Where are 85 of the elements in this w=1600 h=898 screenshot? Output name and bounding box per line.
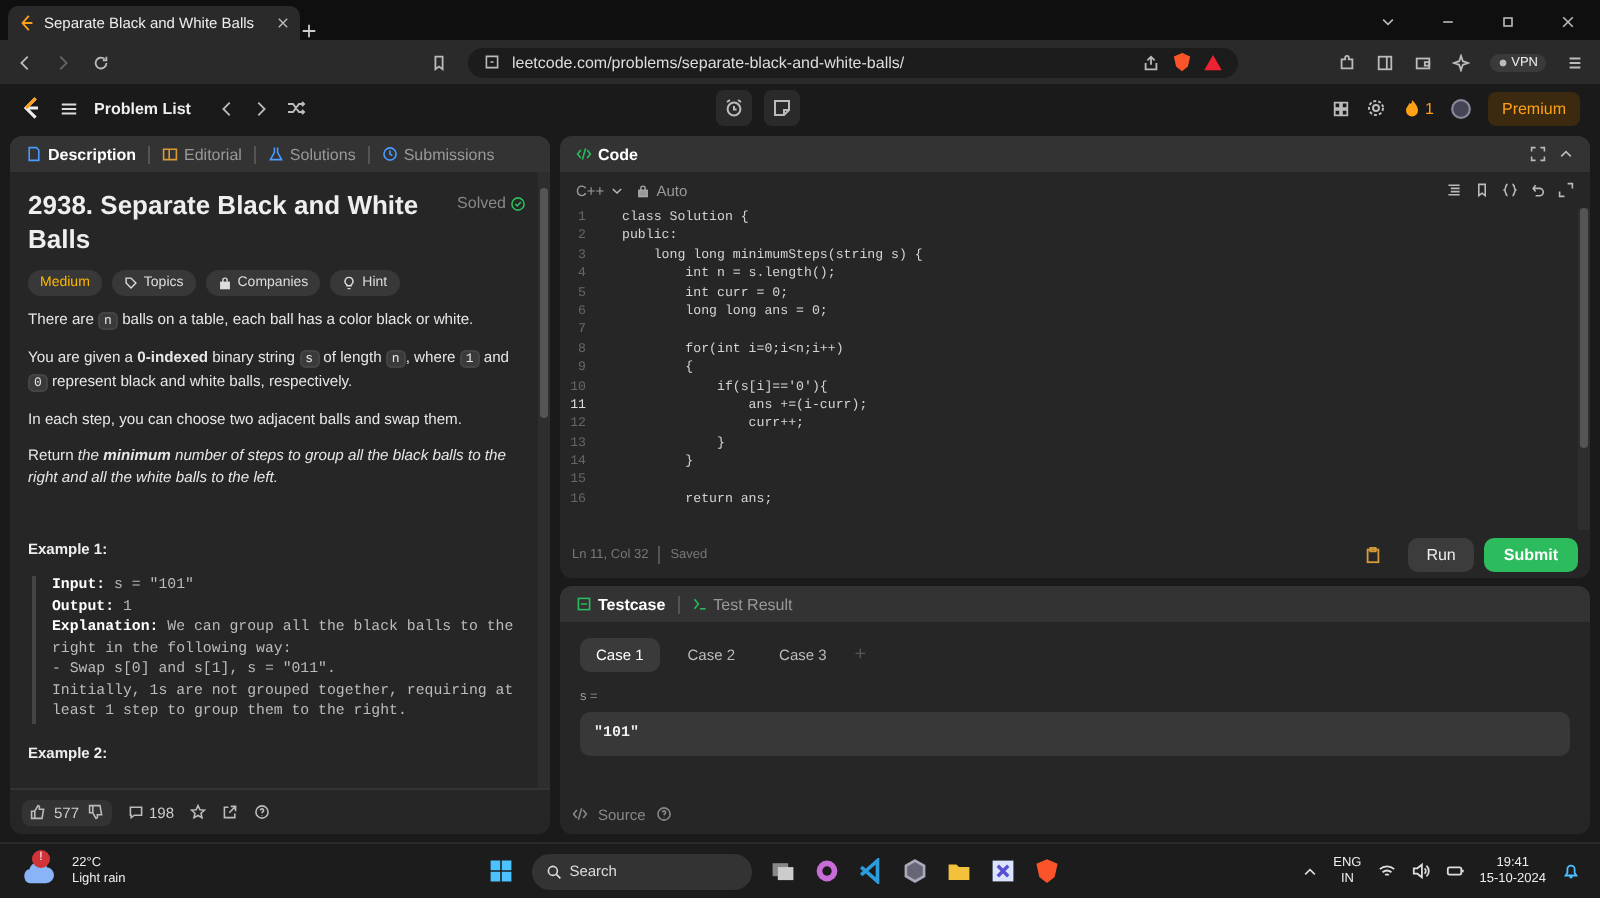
flask-icon: [267, 146, 284, 162]
code-editor-icon[interactable]: [857, 858, 884, 884]
help-icon[interactable]: [655, 806, 672, 822]
scrollbar[interactable]: [1578, 208, 1590, 530]
avatar-icon[interactable]: [1449, 97, 1472, 119]
problem-list-link[interactable]: Problem List: [94, 99, 191, 117]
bookmark-icon[interactable]: [1474, 182, 1490, 198]
solved-label: Solved: [457, 194, 506, 212]
notes-button[interactable]: [764, 90, 801, 126]
panel-tab[interactable]: Testcase: [576, 595, 666, 613]
menu-icon[interactable]: [1566, 53, 1584, 71]
run-button[interactable]: Run: [1408, 537, 1474, 571]
wifi-icon[interactable]: [1377, 862, 1396, 880]
thumbs-down-icon[interactable]: [87, 804, 104, 820]
shield-icon[interactable]: [1171, 52, 1192, 72]
sidebar-icon[interactable]: [1375, 53, 1394, 71]
close-icon[interactable]: [1560, 14, 1576, 30]
fullscreen-icon[interactable]: [1558, 182, 1574, 198]
clipboard-icon[interactable]: [1364, 545, 1383, 563]
doc-icon: [26, 146, 42, 162]
undo-icon[interactable]: [1530, 182, 1546, 198]
lock-icon: [636, 183, 651, 197]
format-icon[interactable]: [1446, 182, 1462, 198]
panel-tab[interactable]: Solutions: [267, 145, 356, 163]
battery-icon[interactable]: [1445, 862, 1464, 880]
address-bar[interactable]: leetcode.com/problems/separate-black-and-white-balls/: [468, 47, 1238, 77]
problem-title: 2938. Separate Black and White Balls: [28, 188, 421, 256]
chevron-down-icon[interactable]: [1380, 14, 1396, 30]
close-icon[interactable]: [276, 16, 290, 30]
timer-button[interactable]: [716, 90, 753, 126]
book-icon: [162, 146, 179, 162]
url-text: leetcode.com/problems/separate-black-and-white-balls/: [512, 53, 907, 71]
x-logo-icon[interactable]: [989, 858, 1016, 884]
bulb-icon: [342, 276, 357, 290]
help-icon[interactable]: [254, 804, 271, 820]
comment-icon: [127, 804, 144, 820]
chevron-down-icon: [610, 183, 625, 197]
back-icon[interactable]: [16, 53, 34, 71]
tag-icon: [123, 276, 138, 290]
lock-icon: [217, 276, 232, 290]
wallet-icon[interactable]: [1413, 53, 1432, 71]
chevron-up-icon[interactable]: [1301, 863, 1318, 879]
code-icon: [576, 146, 592, 162]
expand-icon[interactable]: [1530, 146, 1546, 162]
scrollbar[interactable]: [538, 172, 550, 788]
streak-count: 1: [1425, 99, 1434, 117]
shuffle-icon[interactable]: [286, 98, 307, 118]
share-icon[interactable]: [1141, 53, 1160, 71]
maximize-icon[interactable]: [1500, 14, 1516, 30]
alarm-icon: [724, 98, 745, 118]
triangle-icon[interactable]: [1203, 53, 1222, 71]
grid-icon[interactable]: [1331, 99, 1350, 117]
clock-icon: [381, 146, 398, 162]
star-icon[interactable]: [190, 804, 207, 820]
check-circle-icon: [510, 195, 526, 211]
premium-button[interactable]: Premium: [1487, 91, 1580, 125]
share-icon[interactable]: [222, 804, 239, 820]
dot-icon: [1497, 57, 1508, 67]
panel-title: Code: [598, 145, 638, 163]
checkbox-icon: [576, 596, 592, 612]
bell-icon[interactable]: [1562, 862, 1580, 880]
extensions-icon[interactable]: [1337, 53, 1356, 71]
new-tab-icon[interactable]: [300, 22, 318, 40]
braces-icon[interactable]: [1502, 182, 1518, 198]
collapse-icon[interactable]: [1558, 146, 1574, 162]
panel-tab[interactable]: Submissions: [381, 145, 495, 163]
code-icon: [572, 806, 588, 822]
bookmark-icon[interactable]: [430, 53, 448, 71]
terminal-icon: [691, 596, 708, 612]
panel-tab[interactable]: Description: [26, 145, 137, 163]
next-icon[interactable]: [252, 99, 271, 117]
logo-icon[interactable]: [20, 96, 44, 120]
volume-icon[interactable]: [1411, 862, 1430, 880]
panel-tab[interactable]: Editorial: [162, 145, 242, 163]
list-icon[interactable]: [60, 99, 78, 117]
search-icon: [545, 863, 562, 879]
logo-icon: [18, 14, 36, 32]
panel-tab[interactable]: Test Result: [691, 595, 793, 613]
note-icon: [772, 98, 793, 118]
reload-icon[interactable]: [92, 53, 110, 71]
thumbs-up-icon: [30, 804, 46, 820]
hexagon-icon[interactable]: [901, 858, 928, 884]
settings-icon[interactable]: [1365, 98, 1386, 118]
forward-icon[interactable]: [54, 53, 72, 71]
flame-icon[interactable]: [1401, 98, 1422, 118]
